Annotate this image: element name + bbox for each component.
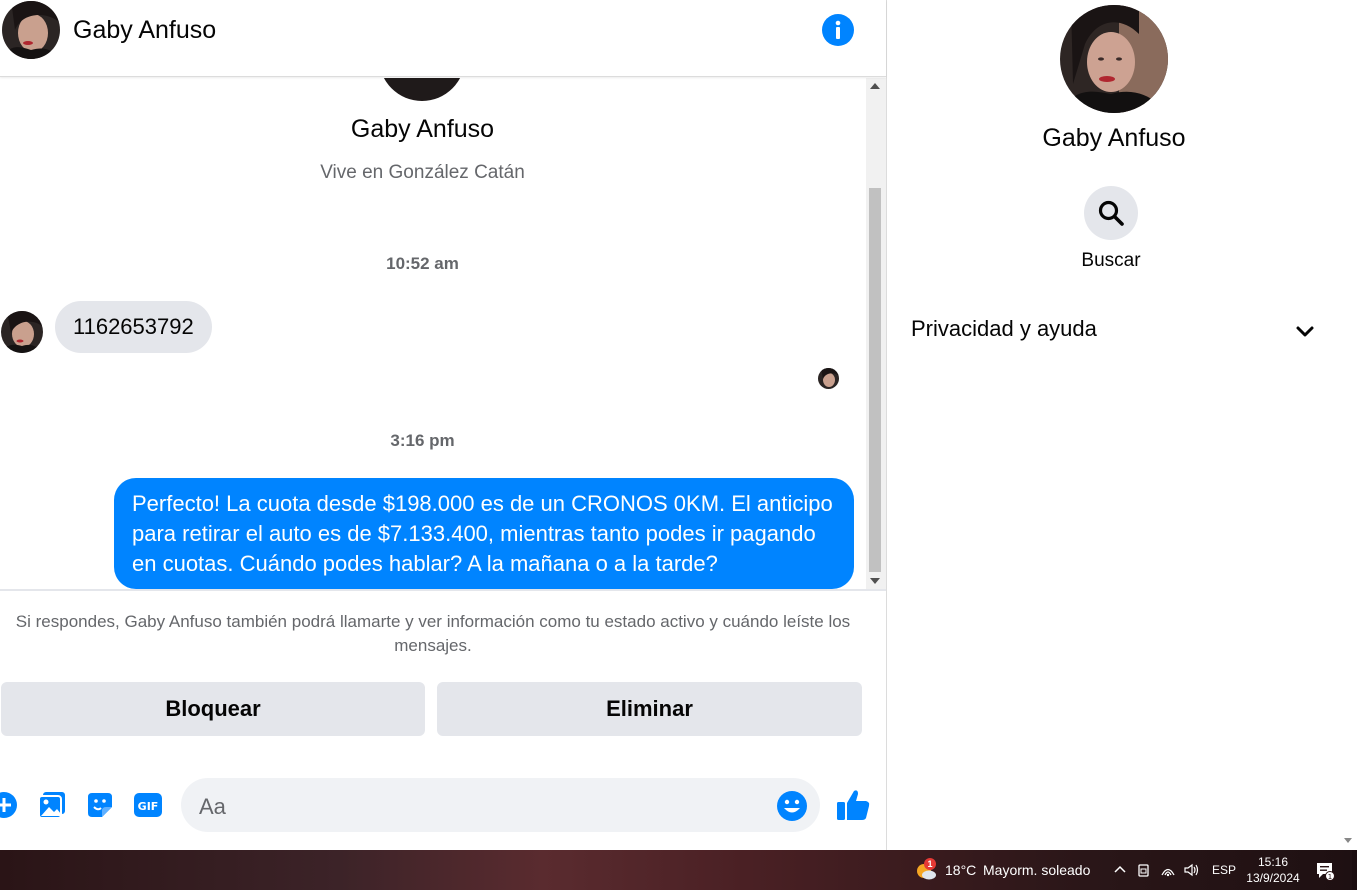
- sender-avatar[interactable]: [1, 311, 43, 353]
- outgoing-message[interactable]: Perfecto! La cuota desde $198.000 es de …: [114, 478, 854, 589]
- message-list: Gaby Anfuso Vive en González Catán 10:52…: [0, 78, 866, 589]
- message-composer: GIF Aa: [0, 776, 886, 834]
- taskbar: 1 18°C Mayorm. soleado ESP 15:16 13/9/20…: [0, 850, 1357, 890]
- chevron-up-icon[interactable]: [1112, 862, 1128, 878]
- clock-time: 15:16: [1257, 855, 1289, 869]
- message-timestamp: 10:52 am: [386, 254, 459, 273]
- gif-icon[interactable]: GIF: [132, 789, 164, 821]
- delete-button[interactable]: Eliminar: [437, 682, 862, 736]
- panel-contact-name[interactable]: Gaby Anfuso: [887, 124, 1341, 153]
- volume-icon[interactable]: [1183, 862, 1199, 878]
- scroll-down-arrow-icon[interactable]: [1344, 838, 1352, 843]
- scroll-up-arrow-icon[interactable]: [870, 83, 880, 89]
- seen-indicator-avatar: [818, 368, 839, 389]
- emoji-icon[interactable]: [776, 790, 808, 822]
- clock-date: 13/9/2024: [1246, 871, 1300, 885]
- message-input[interactable]: Aa: [181, 778, 820, 832]
- profile-avatar: [379, 78, 465, 101]
- message-input-placeholder[interactable]: Aa: [199, 794, 226, 820]
- svg-text:GIF: GIF: [138, 800, 159, 813]
- privacy-section-header[interactable]: Privacidad y ayuda: [911, 316, 1097, 342]
- clock[interactable]: 15:16 13/9/2024: [1246, 854, 1300, 886]
- info-icon[interactable]: [822, 14, 854, 46]
- divider: [0, 589, 886, 591]
- message-request-notice: Si respondes, Gaby Anfuso también podrá …: [15, 612, 851, 655]
- incoming-message[interactable]: 1162653792: [55, 301, 212, 353]
- profile-name: Gaby Anfuso: [350, 115, 495, 143]
- meet-now-icon[interactable]: [1136, 862, 1152, 878]
- chat-panel: Gaby Anfuso Gaby Anfuso Vive en González…: [0, 0, 886, 850]
- plus-icon[interactable]: [0, 789, 20, 821]
- block-button[interactable]: Bloquear: [1, 682, 425, 736]
- scroll-down-arrow-icon[interactable]: [870, 578, 880, 584]
- notification-count: 1: [1328, 873, 1332, 881]
- weather-badge: 1: [924, 858, 936, 870]
- notification-center-icon[interactable]: 1: [1315, 861, 1335, 881]
- photo-icon[interactable]: [36, 789, 68, 821]
- chevron-down-icon[interactable]: [1295, 322, 1315, 342]
- profile-location: Vive en González Catán: [320, 162, 525, 183]
- conversation-info-panel: Gaby Anfuso Buscar Privacidad y ayuda: [886, 0, 1340, 850]
- page-scrollbar[interactable]: [1340, 0, 1357, 850]
- message-scrollbar[interactable]: [866, 78, 886, 589]
- message-timestamp: 3:16 pm: [390, 431, 455, 450]
- search-label[interactable]: Buscar: [887, 250, 1335, 272]
- search-icon: [1098, 200, 1124, 226]
- weather-temperature[interactable]: 18°C: [945, 862, 976, 878]
- input-language[interactable]: ESP: [1212, 863, 1236, 877]
- show-desktop-button[interactable]: [1352, 850, 1357, 890]
- contact-name[interactable]: Gaby Anfuso: [73, 16, 216, 45]
- scrollbar-thumb[interactable]: [869, 188, 881, 572]
- sticker-icon[interactable]: [84, 789, 116, 821]
- thumbs-up-icon[interactable]: [835, 788, 871, 822]
- weather-description[interactable]: Mayorm. soleado: [983, 862, 1090, 878]
- profile-picture[interactable]: [1059, 4, 1169, 114]
- contact-avatar[interactable]: [1, 0, 61, 60]
- chat-header: Gaby Anfuso: [0, 0, 886, 77]
- search-button[interactable]: [1084, 186, 1138, 240]
- network-icon[interactable]: [1160, 862, 1176, 878]
